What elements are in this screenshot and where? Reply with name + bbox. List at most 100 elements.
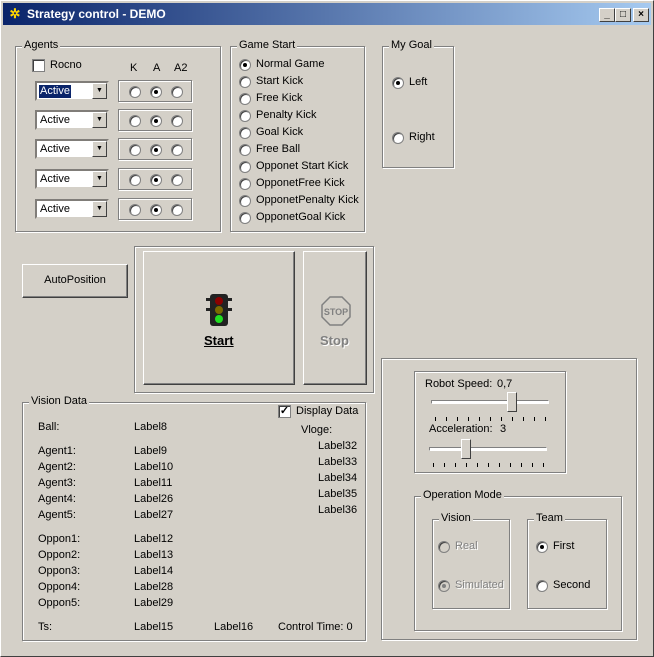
agent-1-role-k-radio[interactable] — [129, 86, 141, 98]
dropdown-arrow-icon[interactable]: ▼ — [92, 83, 107, 99]
autoposition-button[interactable]: AutoPosition — [22, 264, 128, 298]
slider-tick — [521, 463, 522, 467]
title-bar[interactable]: ✲ Strategy control - DEMO _ □ × — [3, 3, 651, 25]
start-button[interactable]: Start — [143, 251, 295, 385]
vision-simulated-label: Simulated — [455, 579, 504, 591]
header-a: A — [153, 62, 161, 74]
vision-data-group: Vision Data ✓ Display Data Ball: Label8 … — [22, 395, 366, 641]
dropdown-arrow-icon[interactable]: ▼ — [92, 112, 107, 128]
slider-tick — [545, 417, 546, 421]
game-start-option-8-radio[interactable] — [239, 178, 251, 190]
slider-tick — [490, 417, 491, 421]
vision-simulated-radio[interactable] — [438, 580, 450, 592]
start-label: Start — [204, 333, 234, 348]
game-start-option-2-radio[interactable] — [239, 76, 251, 88]
display-data-checkbox[interactable]: ✓ — [278, 405, 291, 418]
game-start-option-5-label: Goal Kick — [256, 126, 304, 138]
team-group: Team First Second — [527, 512, 607, 609]
team-first-label: First — [553, 540, 575, 552]
agent-3-role-k-radio[interactable] — [129, 144, 141, 156]
acceleration-slider[interactable] — [461, 439, 472, 459]
agent-1-role-a2-radio[interactable] — [171, 86, 183, 98]
agent-4-role-k-radio[interactable] — [129, 174, 141, 186]
team-second-radio[interactable] — [536, 580, 548, 592]
stop-label: Stop — [320, 333, 349, 348]
agent-5-role-k-radio[interactable] — [129, 204, 141, 216]
vision-mode-group: Vision Real Simulated — [432, 512, 510, 609]
dropdown-arrow-icon[interactable]: ▼ — [92, 201, 107, 217]
dropdown-arrow-icon[interactable]: ▼ — [92, 141, 107, 157]
slider-tick — [477, 463, 478, 467]
game-start-option-6-radio[interactable] — [239, 144, 251, 156]
stop-button[interactable]: STOP Stop — [303, 251, 367, 385]
vision-agent-2-label: Agent2: — [38, 461, 76, 473]
slider-tick — [543, 463, 544, 467]
agent-4-state-select[interactable]: Active ▼ — [35, 169, 109, 189]
agent-3-role-a-radio[interactable] — [150, 144, 162, 156]
control-time: Control Time: 0 — [278, 621, 353, 633]
rocno-checkbox[interactable] — [32, 59, 45, 72]
close-button[interactable]: × — [633, 8, 649, 22]
agent-5-role-a2-radio[interactable] — [171, 204, 183, 216]
slider-panel: Robot Speed: 0,7 Acceleration: 3 — [414, 371, 566, 473]
dropdown-arrow-icon[interactable]: ▼ — [92, 171, 107, 187]
agent-4-role-a2-radio[interactable] — [171, 174, 183, 186]
agent-1-role-a-radio[interactable] — [150, 86, 162, 98]
header-k: K — [130, 62, 138, 74]
slider-tick — [455, 463, 456, 467]
agent-1-state-select[interactable]: Active ▼ — [35, 81, 109, 101]
vision-agent-5-value: Label27 — [134, 509, 174, 521]
goal-right-radio[interactable] — [392, 132, 404, 144]
slider-tick — [444, 463, 445, 467]
slider-tick — [501, 417, 502, 421]
maximize-button[interactable]: □ — [615, 8, 631, 22]
agent-4-state-value: Active — [40, 173, 70, 185]
game-start-option-7-radio[interactable] — [239, 161, 251, 173]
agent-2-role-a-radio[interactable] — [150, 115, 162, 127]
acceleration-ticks — [433, 463, 544, 467]
goal-right-label: Right — [409, 131, 435, 143]
vision-real-radio[interactable] — [438, 541, 450, 553]
minimize-button[interactable]: _ — [599, 8, 615, 22]
slider-tick — [457, 417, 458, 421]
my-goal-group: My Goal Left Right — [382, 39, 454, 168]
game-start-option-3-radio[interactable] — [239, 93, 251, 105]
robot-speed-ticks — [435, 417, 546, 421]
slider-tick — [433, 463, 434, 467]
game-start-option-10-radio[interactable] — [239, 212, 251, 224]
agent-3-state-select[interactable]: Active ▼ — [35, 139, 109, 159]
vloge-label: Vloge: — [301, 424, 333, 436]
agent-2-state-value: Active — [40, 114, 70, 126]
vision-agent-3-value: Label11 — [134, 477, 173, 489]
team-second-label: Second — [553, 579, 591, 591]
ts-label: Ts: — [38, 621, 53, 633]
robot-speed-label: Robot Speed: — [425, 378, 493, 390]
game-start-option-5-radio[interactable] — [239, 127, 251, 139]
vision-opponent-5-label: Oppon5: — [38, 597, 81, 609]
slider-tick — [512, 417, 513, 421]
agent-2-state-select[interactable]: Active ▼ — [35, 110, 109, 130]
agent-5-state-select[interactable]: Active ▼ — [35, 199, 109, 219]
game-start-option-4-radio[interactable] — [239, 110, 251, 122]
game-start-option-1-radio[interactable] — [239, 59, 251, 71]
stop-sign-icon: STOP — [321, 296, 351, 326]
vision-opponent-4-label: Oppon4: — [38, 581, 81, 593]
operation-mode-group: Operation Mode Vision Real Simulated Tea… — [414, 489, 622, 631]
agent-4-role-a-radio[interactable] — [150, 174, 162, 186]
vision-opponent-1-label: Oppon1: — [38, 533, 81, 545]
agent-3-role-a2-radio[interactable] — [171, 144, 183, 156]
robot-speed-slider[interactable] — [506, 392, 517, 412]
agent-2-role-a2-radio[interactable] — [171, 115, 183, 127]
goal-left-radio[interactable] — [392, 77, 404, 89]
team-first-radio[interactable] — [536, 541, 548, 553]
agent-5-role-a-radio[interactable] — [150, 204, 162, 216]
game-start-option-2-label: Start Kick — [256, 75, 304, 87]
vision-opponent-1-value: Label12 — [134, 533, 174, 545]
game-start-option-10-label: OpponetGoal Kick — [256, 211, 346, 223]
game-start-option-9-radio[interactable] — [239, 195, 251, 207]
acceleration-label: Acceleration: — [429, 423, 493, 435]
game-start-option-8-label: OpponetFree Kick — [256, 177, 345, 189]
slider-tick — [532, 463, 533, 467]
vision-opponent-3-value: Label14 — [134, 565, 174, 577]
agent-2-role-k-radio[interactable] — [129, 115, 141, 127]
